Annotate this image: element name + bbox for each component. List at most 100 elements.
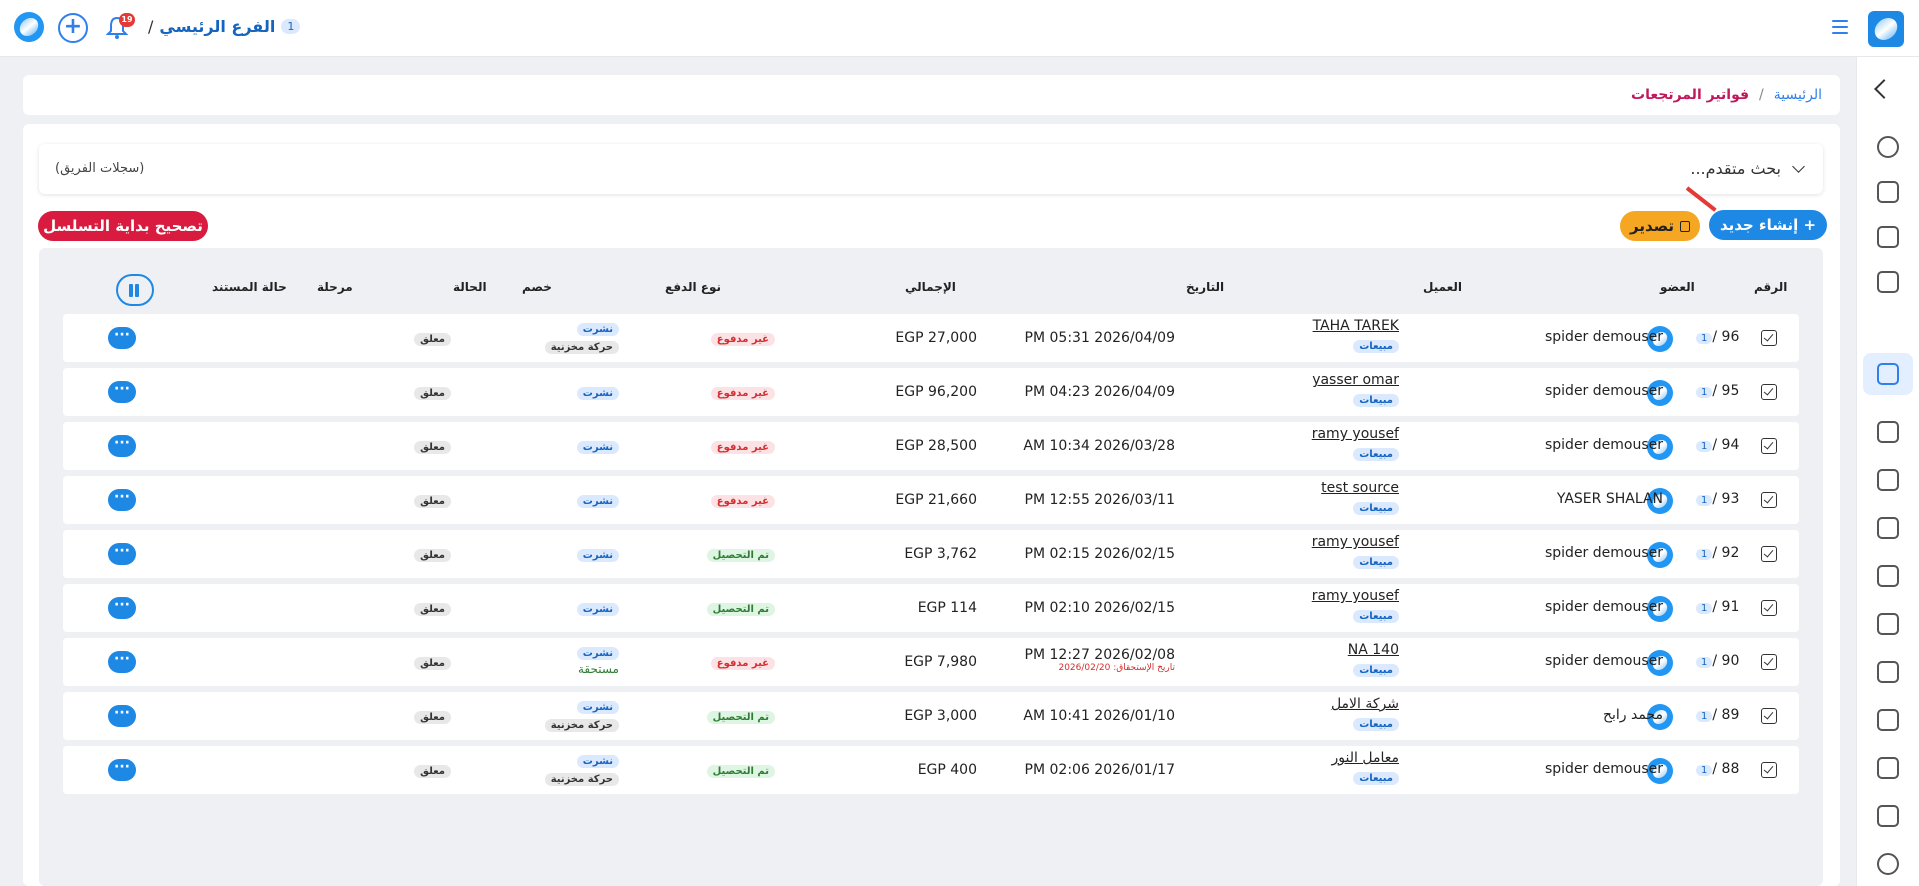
row-checkbox[interactable] [1761, 708, 1777, 724]
sidebar-cash-icon[interactable] [1877, 709, 1899, 731]
more-actions-button[interactable]: ··· [108, 435, 136, 457]
th-stage[interactable]: مرحلة [317, 280, 353, 294]
sidebar-quotes-icon[interactable] [1877, 271, 1899, 293]
row-checkbox[interactable] [1761, 384, 1777, 400]
stock-movement-tag: حركة مخزنية [544, 341, 619, 354]
doc-status-tag: معلق [414, 441, 451, 454]
published-tag: نشرت [576, 603, 619, 616]
row-checkbox[interactable] [1761, 654, 1777, 670]
date-value: PM 02:10 2026/02/15 [1024, 600, 1175, 616]
branch-selector[interactable]: 1 الفرع الرئيسي / [148, 17, 301, 36]
payment-status-tag: تم التحصيل [706, 603, 775, 616]
th-client[interactable]: العميل [1423, 280, 1462, 294]
row-number[interactable]: 1/ 90 [1690, 653, 1739, 669]
th-date[interactable]: التاريخ [1186, 280, 1224, 294]
client-link[interactable]: ramy yousef [1312, 534, 1399, 550]
th-payment-type[interactable]: نوع الدفع [665, 280, 721, 294]
more-actions-button[interactable]: ··· [108, 651, 136, 673]
client-link[interactable]: NA 140 [1348, 642, 1399, 658]
payment-cell: غير مدفوع [710, 330, 775, 346]
column-settings-icon[interactable] [116, 274, 154, 306]
date-value: AM 10:41 2026/01/10 [1023, 708, 1175, 724]
row-number[interactable]: 1/ 94 [1690, 437, 1739, 453]
more-actions-button[interactable]: ··· [108, 381, 136, 403]
row-checkbox[interactable] [1761, 600, 1777, 616]
sidebar-clients-icon[interactable] [1877, 613, 1899, 635]
client-link[interactable]: ramy yousef [1312, 588, 1399, 604]
table-row[interactable]: 1/ 88 spider demouser معامل النور مبيعات PM … [63, 746, 1799, 794]
client-link[interactable]: معامل النور [1332, 750, 1399, 766]
payment-status-tag: تم التحصيل [706, 711, 775, 724]
app-logo-icon[interactable] [1868, 11, 1904, 47]
table-row[interactable]: 1/ 90 spider demouser NA 140 مبيعات PM 12:27… [63, 638, 1799, 686]
row-number[interactable]: 1/ 91 [1690, 599, 1739, 615]
advanced-search-label: بحث متقدم... [1690, 159, 1781, 178]
table-row[interactable]: 1/ 93 YASER SHALAN test source مبيعات PM 12:… [63, 476, 1799, 524]
more-actions-button[interactable]: ··· [108, 759, 136, 781]
row-checkbox[interactable] [1761, 330, 1777, 346]
row-number[interactable]: 1/ 88 [1690, 761, 1739, 777]
th-number[interactable]: الرقم [1754, 280, 1787, 294]
sidebar-reports-icon[interactable] [1877, 805, 1899, 827]
row-number[interactable]: 1/ 93 [1690, 491, 1739, 507]
sidebar-add-item-icon[interactable] [1877, 661, 1899, 683]
table-row[interactable]: 1/ 92 spider demouser ramy yousef مبيعات PM … [63, 530, 1799, 578]
sidebar-pos-icon[interactable] [1877, 565, 1899, 587]
more-actions-button[interactable]: ··· [108, 327, 136, 349]
doc-status-tag: معلق [414, 603, 451, 616]
client-link[interactable]: TAHA TAREK [1313, 318, 1399, 334]
th-total[interactable]: الإجمالي [905, 280, 956, 294]
client-link[interactable]: شركة الامل [1331, 696, 1399, 712]
sidebar-dashboard-icon[interactable] [1877, 136, 1899, 158]
more-actions-button[interactable]: ··· [108, 489, 136, 511]
table-row[interactable]: 1/ 91 spider demouser ramy yousef مبيعات PM … [63, 584, 1799, 632]
fix-sequence-button[interactable]: تصحيح بداية التسلسل [38, 211, 208, 241]
row-number[interactable]: 1/ 95 [1690, 383, 1739, 399]
sidebar-documents-icon[interactable] [1877, 421, 1899, 443]
notification-bell-icon[interactable]: 19 [105, 13, 135, 40]
doc-status-cell: معلق [414, 546, 451, 562]
table-row[interactable]: 1/ 96 spider demouser TAHA TAREK مبيعات PM 0… [63, 314, 1799, 362]
client-link[interactable]: yasser omar [1312, 372, 1399, 388]
row-number[interactable]: 1/ 96 [1690, 329, 1739, 345]
table-row[interactable]: 1/ 89 محمد رابح شركة الامل مبيعات AM 10:41 2… [63, 692, 1799, 740]
sidebar-purchases-icon[interactable] [1877, 469, 1899, 491]
payment-status-tag: تم التحصيل [706, 765, 775, 778]
row-checkbox[interactable] [1761, 546, 1777, 562]
sidebar-returns-icon[interactable] [1877, 363, 1899, 385]
team-records-label[interactable]: (سجلات الفريق) [55, 161, 144, 176]
advanced-search-toggle[interactable]: بحث متقدم... (سجلات الفريق) [39, 144, 1823, 194]
row-number[interactable]: 1/ 92 [1690, 545, 1739, 561]
row-checkbox[interactable] [1761, 762, 1777, 778]
add-icon[interactable]: + [58, 13, 88, 43]
th-doc-status[interactable]: حالة المستند [212, 280, 287, 294]
more-actions-button[interactable]: ··· [108, 597, 136, 619]
row-separator: / [1712, 329, 1722, 345]
row-checkbox[interactable] [1761, 438, 1777, 454]
published-tag: نشرت [576, 549, 619, 562]
more-actions-button[interactable]: ··· [108, 705, 136, 727]
create-new-button[interactable]: + إنشاء جديد [1709, 210, 1827, 240]
row-number[interactable]: 1/ 89 [1690, 707, 1739, 723]
breadcrumb-home-link[interactable]: الرئيسية [1774, 87, 1822, 103]
row-separator: / [1712, 761, 1722, 777]
client-link[interactable]: test source [1321, 480, 1399, 496]
table-row[interactable]: 1/ 95 spider demouser yasser omar مبيعات PM … [63, 368, 1799, 416]
sidebar-purchase-returns-icon[interactable] [1877, 517, 1899, 539]
client-link[interactable]: ramy yousef [1312, 426, 1399, 442]
published-tag: نشرت [576, 755, 619, 768]
sidebar-invoices-icon[interactable] [1877, 226, 1899, 248]
sidebar-sales-icon[interactable] [1877, 181, 1899, 203]
th-discount[interactable]: خصم [522, 280, 552, 294]
table-row[interactable]: 1/ 94 spider demouser ramy yousef مبيعات AM … [63, 422, 1799, 470]
menu-icon[interactable] [1832, 20, 1848, 34]
th-member[interactable]: العضو [1660, 280, 1695, 294]
profile-avatar[interactable] [14, 12, 44, 42]
row-branch-badge: 1 [1696, 333, 1713, 344]
th-status[interactable]: الحالة [453, 280, 487, 294]
more-actions-button[interactable]: ··· [108, 543, 136, 565]
sidebar-receipts-icon[interactable] [1877, 757, 1899, 779]
row-checkbox[interactable] [1761, 492, 1777, 508]
sidebar-settings-icon[interactable] [1877, 853, 1899, 875]
export-button[interactable]: تصدير [1620, 211, 1700, 241]
